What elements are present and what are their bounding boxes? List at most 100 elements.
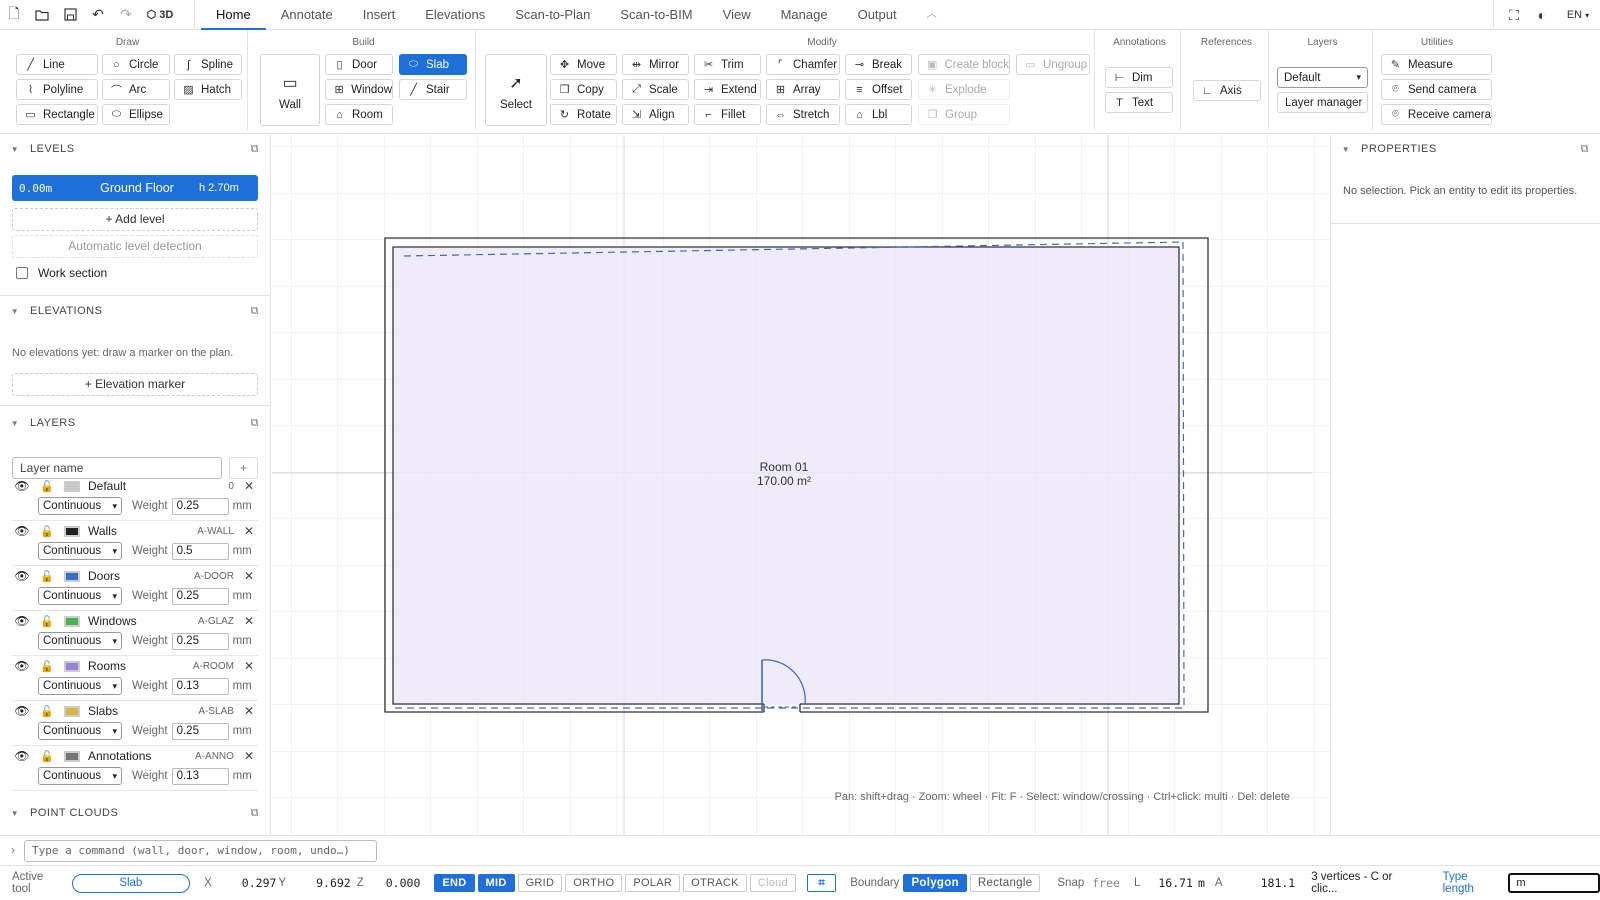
layer-name[interactable]: Walls bbox=[88, 524, 197, 538]
select-button[interactable]: ➚ Select bbox=[485, 54, 547, 126]
level-ground-floor[interactable]: 0.00m Ground Floor h 2.70m bbox=[12, 175, 258, 201]
layer-color-swatch[interactable] bbox=[64, 615, 80, 627]
lock-icon[interactable]: 🔓 bbox=[38, 525, 56, 538]
tab-view[interactable]: View bbox=[708, 0, 766, 30]
new-file-icon[interactable]: 🗋 bbox=[0, 0, 28, 30]
array-button[interactable]: ⊞ Array bbox=[766, 79, 840, 100]
lineweight-input[interactable]: 0.25 bbox=[171, 722, 229, 740]
chamfer-button[interactable]: ⌜ Chamfer bbox=[766, 54, 840, 75]
mirror-button[interactable]: ⇹ Mirror bbox=[622, 54, 689, 75]
layer-color-swatch[interactable] bbox=[64, 660, 80, 672]
measure-button[interactable]: ✎ Measure bbox=[1381, 54, 1492, 75]
drawing-canvas[interactable]: Room 01 170.00 m² Pan: shift+drag · Zoom… bbox=[272, 135, 1330, 835]
view-3d-button[interactable]: ⬡ 3D bbox=[140, 0, 180, 30]
toggle-cloud[interactable]: Cloud bbox=[749, 874, 796, 892]
delete-layer-icon[interactable]: ✕ bbox=[244, 524, 254, 538]
eye-icon[interactable]: 👁 bbox=[12, 614, 32, 628]
work-section-row[interactable]: Work section bbox=[16, 266, 107, 280]
eye-icon[interactable]: 👁 bbox=[12, 659, 32, 673]
wall-button[interactable]: ▭ Wall bbox=[260, 54, 320, 126]
tab-scan-to-bim[interactable]: Scan-to-BIM bbox=[605, 0, 707, 30]
lineweight-input[interactable]: 0.25 bbox=[171, 632, 229, 650]
lineweight-input[interactable]: 0.13 bbox=[171, 767, 229, 785]
arc-button[interactable]: ⌒ Arc bbox=[102, 79, 170, 100]
work-section-checkbox[interactable] bbox=[16, 267, 28, 279]
lock-icon[interactable]: 🔓 bbox=[38, 615, 56, 628]
properties-header[interactable]: ▼ PROPERTIES ⧉ bbox=[1331, 135, 1600, 163]
lineweight-input[interactable]: 0.25 bbox=[171, 587, 229, 605]
window-button[interactable]: ⊞ Window bbox=[325, 79, 393, 100]
create-block-button[interactable]: ▣ Create block bbox=[918, 54, 1010, 75]
linetype-select[interactable]: Continuous ▾ bbox=[38, 542, 122, 560]
eye-icon[interactable]: 👁 bbox=[12, 704, 32, 718]
toggle-polar[interactable]: POLAR bbox=[625, 874, 681, 892]
delete-layer-icon[interactable]: ✕ bbox=[244, 614, 254, 628]
popout-icon[interactable]: ⧉ bbox=[251, 143, 259, 156]
layer-row[interactable]: 👁 🔓 Default 0 ✕ Continuous ▾ Weight 0.25 mm bbox=[12, 476, 258, 521]
trim-button[interactable]: ✂ Trim bbox=[694, 54, 761, 75]
lock-icon[interactable]: 🔓 bbox=[38, 480, 56, 493]
lock-icon[interactable]: 🔓 bbox=[38, 750, 56, 763]
elevations-header[interactable]: ▼ ELEVATIONS ⧉ bbox=[0, 297, 270, 325]
layer-row[interactable]: 👁 🔓 Windows A-GLAZ ✕ Continuous ▾ Weight 0.25 mm bbox=[12, 611, 258, 656]
group-button[interactable]: ❐ Group bbox=[918, 104, 1010, 125]
layer-row[interactable]: 👁 🔓 Walls A-WALL ✕ Continuous ▾ Weight 0.5 mm bbox=[12, 521, 258, 566]
open-folder-icon[interactable] bbox=[28, 0, 56, 30]
layer-row[interactable]: 👁 🔓 Rooms A-ROOM ✕ Continuous ▾ Weight 0.13 mm bbox=[12, 656, 258, 701]
tab-output[interactable]: Output bbox=[843, 0, 912, 30]
language-select[interactable]: EN ▾ bbox=[1556, 0, 1600, 30]
rectangle-button[interactable]: ▭ Rectangle bbox=[16, 104, 98, 125]
layer-select[interactable]: Default ▾ bbox=[1277, 67, 1368, 88]
eye-icon[interactable]: 👁 bbox=[12, 479, 32, 493]
layer-manager-button[interactable]: Layer manager bbox=[1277, 92, 1368, 113]
grid-snap-button[interactable]: ⌗ bbox=[807, 874, 837, 892]
layer-name[interactable]: Slabs bbox=[88, 704, 198, 718]
toggle-otrack[interactable]: OTRACK bbox=[683, 874, 747, 892]
toggle-ortho[interactable]: ORTHO bbox=[565, 874, 623, 892]
ungroup-button[interactable]: ▭ Ungroup bbox=[1016, 54, 1090, 75]
layers-header[interactable]: ▼ LAYERS ⧉ bbox=[0, 409, 270, 437]
delete-layer-icon[interactable]: ✕ bbox=[244, 569, 254, 583]
eye-icon[interactable]: 👁 bbox=[12, 524, 32, 538]
hatch-button[interactable]: ▨ Hatch bbox=[174, 79, 242, 100]
layer-color-swatch[interactable] bbox=[64, 570, 80, 582]
slab-button[interactable]: ⬭ Slab bbox=[399, 54, 467, 75]
popout-icon[interactable]: ⧉ bbox=[1581, 143, 1589, 156]
boundary-rectangle-button[interactable]: Rectangle bbox=[969, 874, 1041, 892]
linetype-select[interactable]: Continuous ▾ bbox=[38, 587, 122, 605]
dark-mode-icon[interactable]: ◐ bbox=[1528, 0, 1556, 30]
explode-button[interactable]: ✳ Explode bbox=[918, 79, 1010, 100]
lineweight-input[interactable]: 0.13 bbox=[171, 677, 229, 695]
tab-manage[interactable]: Manage bbox=[766, 0, 843, 30]
move-button[interactable]: ✥ Move bbox=[550, 54, 617, 75]
layer-row[interactable]: 👁 🔓 Doors A-DOOR ✕ Continuous ▾ Weight 0.25 mm bbox=[12, 566, 258, 611]
door-button[interactable]: ▯ Door bbox=[325, 54, 393, 75]
line-button[interactable]: ╱ Line bbox=[16, 54, 98, 75]
lock-icon[interactable]: 🔓 bbox=[38, 660, 56, 673]
save-icon[interactable] bbox=[56, 0, 84, 30]
layer-color-swatch[interactable] bbox=[64, 705, 80, 717]
delete-layer-icon[interactable]: ✕ bbox=[244, 479, 254, 493]
label-button[interactable]: ⌂ Lbl bbox=[845, 104, 912, 125]
popout-icon[interactable]: ⧉ bbox=[251, 417, 259, 430]
text-button[interactable]: T Text bbox=[1105, 92, 1173, 113]
dim-button[interactable]: ⊢ Dim bbox=[1105, 67, 1173, 88]
tab-insert[interactable]: Insert bbox=[348, 0, 411, 30]
circle-button[interactable]: ○ Circle bbox=[102, 54, 170, 75]
stretch-button[interactable]: ⇔ Stretch bbox=[766, 104, 840, 125]
copy-button[interactable]: ❐ Copy bbox=[550, 79, 617, 100]
delete-layer-icon[interactable]: ✕ bbox=[244, 659, 254, 673]
fillet-button[interactable]: ⌐ Fillet bbox=[694, 104, 761, 125]
delete-layer-icon[interactable]: ✕ bbox=[244, 749, 254, 763]
toggle-mid[interactable]: MID bbox=[477, 874, 515, 892]
room-name-label[interactable]: Room 01 bbox=[760, 460, 809, 474]
receive-camera-button[interactable]: ⌾ Receive camera bbox=[1381, 104, 1492, 125]
layer-name[interactable]: Rooms bbox=[88, 659, 193, 673]
linetype-select[interactable]: Continuous ▾ bbox=[38, 767, 122, 785]
type-length-input[interactable]: m bbox=[1508, 873, 1600, 893]
popout-icon[interactable]: ⧉ bbox=[251, 807, 259, 820]
fullscreen-icon[interactable]: ⛶ bbox=[1500, 0, 1528, 30]
layer-color-swatch[interactable] bbox=[64, 480, 80, 492]
layer-name[interactable]: Windows bbox=[88, 614, 198, 628]
plan-view[interactable]: Room 01 170.00 m² bbox=[272, 135, 1330, 835]
